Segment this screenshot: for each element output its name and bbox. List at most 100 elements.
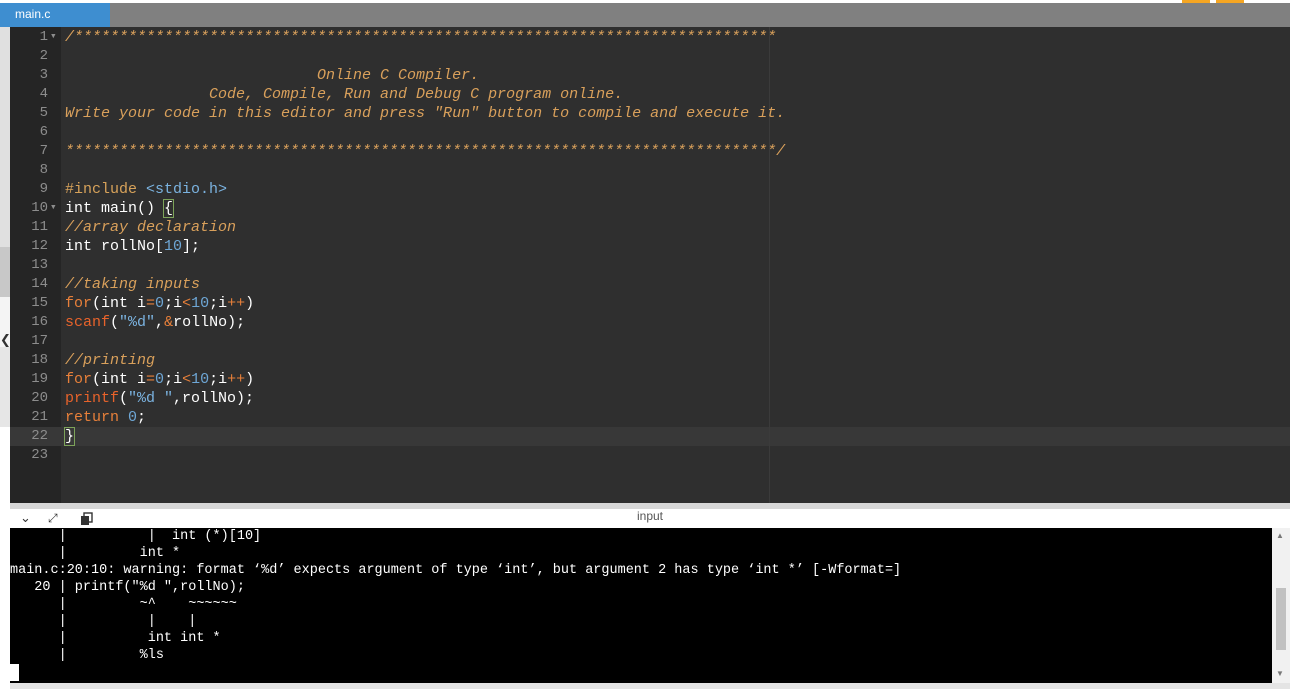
line-number: 11 bbox=[31, 219, 48, 235]
fold-toggle-icon[interactable]: ▾ bbox=[50, 199, 60, 218]
code-token: (int i bbox=[92, 295, 147, 312]
code-editor[interactable]: 1 ▾/*************************************… bbox=[10, 27, 1290, 503]
code-line[interactable]: 1 ▾ /*************************************… bbox=[10, 28, 1290, 47]
code-token: = bbox=[146, 295, 156, 312]
code-line[interactable]: 12 int rollNo[10]; bbox=[10, 237, 1290, 256]
line-number: 23 bbox=[31, 447, 48, 463]
code-line[interactable]: 19 for(int i=0;i<10;i++) bbox=[10, 370, 1290, 389]
strip-segment bbox=[0, 347, 10, 427]
line-number: 18 bbox=[31, 352, 48, 368]
code-line[interactable]: 9 #include <stdio.h> bbox=[10, 180, 1290, 199]
code-line[interactable]: 13 bbox=[10, 256, 1290, 275]
code-token: "%d" bbox=[119, 314, 156, 331]
matched-bracket: } bbox=[63, 427, 76, 446]
line-number: 13 bbox=[31, 257, 48, 273]
code-text: return 0; bbox=[65, 408, 146, 427]
code-text: Code, Compile, Run and Debug C program o… bbox=[65, 85, 623, 104]
terminal-scrollbar[interactable]: ▲ ▼ bbox=[1272, 528, 1290, 683]
code-line[interactable]: 4 Code, Compile, Run and Debug C program… bbox=[10, 85, 1290, 104]
code-token: = bbox=[146, 371, 156, 388]
code-token: printf bbox=[65, 390, 120, 407]
code-line[interactable]: 3 Online C Compiler. bbox=[10, 66, 1290, 85]
code-text: ****************************************… bbox=[65, 142, 785, 161]
line-number: 20 bbox=[31, 390, 48, 406]
code-token: ; bbox=[137, 409, 147, 426]
code-line[interactable]: 6 bbox=[10, 123, 1290, 142]
code-token: < bbox=[182, 371, 192, 388]
code-token: for bbox=[65, 295, 93, 312]
code-text: for(int i=0;i<10;i++) bbox=[65, 370, 254, 389]
code-token: 0 bbox=[155, 371, 165, 388]
code-text: Write your code in this editor and press… bbox=[65, 104, 785, 123]
code-line[interactable]: 23 bbox=[10, 446, 1290, 465]
code-line[interactable]: 16 scanf("%d",&rollNo); bbox=[10, 313, 1290, 332]
code-line[interactable]: 2 bbox=[10, 47, 1290, 66]
code-token: (int i bbox=[92, 371, 147, 388]
line-number: 1 bbox=[39, 29, 48, 45]
scroll-down-icon[interactable]: ▼ bbox=[1276, 669, 1284, 678]
code-token: ) bbox=[245, 371, 255, 388]
code-text: } bbox=[63, 427, 76, 446]
chevron-down-icon[interactable]: ⌄ bbox=[20, 509, 31, 528]
terminal-line: 20 | printf("%d ",rollNo); bbox=[10, 580, 245, 595]
code-text: int main() { bbox=[65, 199, 175, 218]
collapse-sidebar-icon[interactable]: ❮ bbox=[0, 334, 10, 348]
code-token: Code, Compile, Run and Debug C program o… bbox=[65, 86, 624, 103]
code-token: //printing bbox=[65, 352, 156, 369]
code-line[interactable]: 5 Write your code in this editor and pres… bbox=[10, 104, 1290, 123]
code-line[interactable]: 10 ▾ int main() { bbox=[10, 199, 1290, 218]
code-token: Write your code in this editor and press… bbox=[65, 105, 786, 122]
page-left-strip: ❮ bbox=[0, 0, 10, 689]
code-line[interactable]: 8 bbox=[10, 161, 1290, 180]
code-line[interactable]: 22} bbox=[10, 427, 1290, 446]
code-token: ,rollNo); bbox=[173, 390, 255, 407]
scroll-up-icon[interactable]: ▲ bbox=[1276, 531, 1284, 540]
line-number: 22 bbox=[31, 428, 48, 444]
code-line[interactable]: 17 bbox=[10, 332, 1290, 351]
line-number: 5 bbox=[39, 105, 48, 121]
code-token: int rollNo[ bbox=[65, 238, 165, 255]
line-number: 15 bbox=[31, 295, 48, 311]
code-text: for(int i=0;i<10;i++) bbox=[65, 294, 254, 313]
code-token: ;i bbox=[209, 295, 228, 312]
scrollbar-thumb[interactable] bbox=[1276, 588, 1286, 650]
copy-icon-graphic bbox=[81, 511, 93, 525]
code-line[interactable]: 20 printf("%d ",rollNo); bbox=[10, 389, 1290, 408]
code-line[interactable]: 18 //printing bbox=[10, 351, 1290, 370]
copy-icon[interactable] bbox=[80, 509, 94, 528]
tab-main-c[interactable]: main.c bbox=[10, 3, 110, 27]
terminal-output[interactable]: | | int (*)[10] | int * main.c:20:10: war… bbox=[10, 528, 1272, 683]
code-line[interactable]: 15 for(int i=0;i<10;i++) bbox=[10, 294, 1290, 313]
code-token: /***************************************… bbox=[65, 29, 777, 46]
code-token: < bbox=[182, 295, 192, 312]
code-text: #include <stdio.h> bbox=[65, 180, 227, 199]
terminal-line: | %ls bbox=[10, 648, 164, 663]
line-number: 7 bbox=[39, 143, 48, 159]
fold-toggle-icon[interactable]: ▾ bbox=[50, 28, 60, 47]
code-line[interactable]: 11 //array declaration bbox=[10, 218, 1290, 237]
code-text: //printing bbox=[65, 351, 155, 370]
file-tab-bar: main.c bbox=[10, 3, 1290, 27]
code-token: & bbox=[164, 314, 174, 331]
code-text: printf("%d ",rollNo); bbox=[65, 389, 254, 408]
output-panel-toolbar: ⌄ ⤢ input bbox=[10, 509, 1290, 528]
code-line[interactable]: 21 return 0; bbox=[10, 408, 1290, 427]
code-token: 10 bbox=[164, 238, 183, 255]
code-line[interactable]: 14 //taking inputs bbox=[10, 275, 1290, 294]
terminal-line: | int * bbox=[10, 546, 181, 561]
code-token: int main() bbox=[65, 200, 165, 217]
code-token: #include bbox=[65, 181, 147, 198]
code-token: 0 bbox=[128, 409, 138, 426]
code-token: ( bbox=[110, 314, 120, 331]
line-number: 12 bbox=[31, 238, 48, 254]
bottom-bar bbox=[10, 683, 1290, 689]
code-text: Online C Compiler. bbox=[65, 66, 479, 85]
terminal-line: | ~^ ~~~~~~ bbox=[10, 597, 237, 612]
code-line[interactable]: 7 ***************************************… bbox=[10, 142, 1290, 161]
line-number: 8 bbox=[39, 162, 48, 178]
code-token: ;i bbox=[209, 371, 228, 388]
expand-icon[interactable]: ⤢ bbox=[48, 509, 58, 528]
line-number: 19 bbox=[31, 371, 48, 387]
code-token: //taking inputs bbox=[65, 276, 201, 293]
strip-blue-segment bbox=[0, 3, 10, 27]
